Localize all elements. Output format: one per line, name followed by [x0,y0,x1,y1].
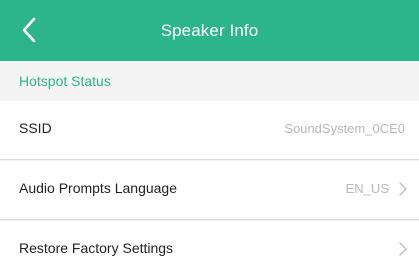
chevron-right-icon [399,242,407,256]
chevron-right-icon [399,182,407,196]
ssid-row: SSID SoundSystem_0CE0 [0,101,419,159]
audio-prompts-language-value: EN_US [345,181,389,196]
section-title: Hotspot Status [19,73,111,89]
page-title: Speaker Info [160,21,259,40]
audio-prompts-language-row[interactable]: Audio Prompts Language EN_US [0,161,419,219]
ssid-value: SoundSystem_0CE0 [284,121,405,136]
restore-factory-settings-row[interactable]: Restore Factory Settings [0,221,419,268]
ssid-label: SSID [19,120,52,136]
divider [0,219,419,220]
app-header: Speaker Info [0,0,419,61]
audio-prompts-language-label: Audio Prompts Language [19,180,177,196]
restore-factory-settings-label: Restore Factory Settings [19,240,174,256]
divider [0,159,419,160]
section-header: Hotspot Status [0,61,419,101]
